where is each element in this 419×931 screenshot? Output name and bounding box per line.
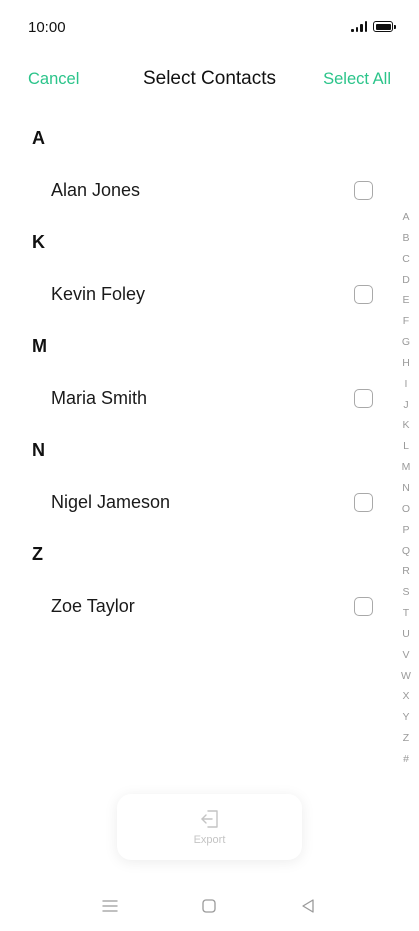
section-header: A <box>32 127 45 148</box>
contact-name: Zoe Taylor <box>51 595 135 616</box>
contact-checkbox[interactable] <box>354 493 373 512</box>
index-letter[interactable]: S <box>402 582 409 603</box>
contact-row[interactable]: Nigel Jameson <box>0 476 419 528</box>
index-letter[interactable]: D <box>402 270 410 291</box>
status-bar: 10:00 <box>0 0 419 56</box>
signal-icon <box>351 21 367 32</box>
index-letter[interactable]: G <box>402 332 410 353</box>
contact-name: Maria Smith <box>51 387 148 408</box>
contact-name: Alan Jones <box>51 179 141 200</box>
index-letter[interactable]: M <box>402 457 411 478</box>
index-letter[interactable]: # <box>403 749 409 770</box>
system-nav-bar <box>0 885 419 931</box>
contact-group-n: N Nigel Jameson <box>0 424 419 528</box>
contact-row[interactable]: Zoe Taylor <box>0 580 419 632</box>
alphabet-index[interactable]: A B C D E F G H I J K L M N O P Q R S T U V W X Y Z # <box>401 207 411 770</box>
index-letter[interactable]: X <box>402 686 409 707</box>
section-header: N <box>32 439 45 460</box>
status-icons <box>351 21 396 32</box>
contact-list: A Alan Jones K Kevin Foley M Maria Smith… <box>0 112 419 632</box>
index-letter[interactable]: K <box>402 415 409 436</box>
index-letter[interactable]: T <box>403 603 409 624</box>
section-header: M <box>32 335 47 356</box>
contact-group-a: A Alan Jones <box>0 112 419 216</box>
index-letter[interactable]: Z <box>403 728 409 749</box>
index-letter[interactable]: F <box>403 311 409 332</box>
index-letter[interactable]: J <box>403 395 408 416</box>
index-letter[interactable]: O <box>402 499 410 520</box>
index-letter[interactable]: U <box>402 624 410 645</box>
select-all-button[interactable]: Select All <box>323 70 391 89</box>
index-letter[interactable]: L <box>403 436 409 457</box>
index-letter[interactable]: A <box>402 207 409 228</box>
export-icon <box>200 810 218 828</box>
contact-group-k: K Kevin Foley <box>0 216 419 320</box>
index-letter[interactable]: C <box>402 249 410 270</box>
index-letter[interactable]: E <box>402 290 409 311</box>
contact-name: Nigel Jameson <box>51 491 171 512</box>
index-letter[interactable]: W <box>401 666 411 687</box>
home-icon[interactable] <box>198 895 220 917</box>
contact-row[interactable]: Alan Jones <box>0 164 419 216</box>
index-letter[interactable]: V <box>402 645 409 666</box>
section-header: K <box>32 231 45 252</box>
index-letter[interactable]: H <box>402 353 410 374</box>
section-header: Z <box>32 543 43 564</box>
index-letter[interactable]: Q <box>402 541 410 562</box>
contact-group-m: M Maria Smith <box>0 320 419 424</box>
contact-checkbox[interactable] <box>354 181 373 200</box>
contact-row[interactable]: Kevin Foley <box>0 268 419 320</box>
index-letter[interactable]: Y <box>402 707 409 728</box>
index-letter[interactable]: I <box>405 374 408 395</box>
index-letter[interactable]: P <box>402 520 409 541</box>
menu-icon[interactable] <box>99 895 121 917</box>
contact-checkbox[interactable] <box>354 285 373 304</box>
back-icon[interactable] <box>297 895 319 917</box>
index-letter[interactable]: B <box>402 228 409 249</box>
contact-name: Kevin Foley <box>51 283 146 304</box>
contact-checkbox[interactable] <box>354 389 373 408</box>
export-button[interactable]: Export <box>117 794 302 860</box>
nav-bar: Cancel Select Contacts Select All <box>0 56 419 104</box>
export-label: Export <box>193 834 226 846</box>
contact-group-z: Z Zoe Taylor <box>0 528 419 632</box>
battery-icon <box>373 21 396 32</box>
index-letter[interactable]: R <box>402 561 410 582</box>
status-time: 10:00 <box>28 19 66 36</box>
contact-checkbox[interactable] <box>354 597 373 616</box>
index-letter[interactable]: N <box>402 478 410 499</box>
contact-row[interactable]: Maria Smith <box>0 372 419 424</box>
